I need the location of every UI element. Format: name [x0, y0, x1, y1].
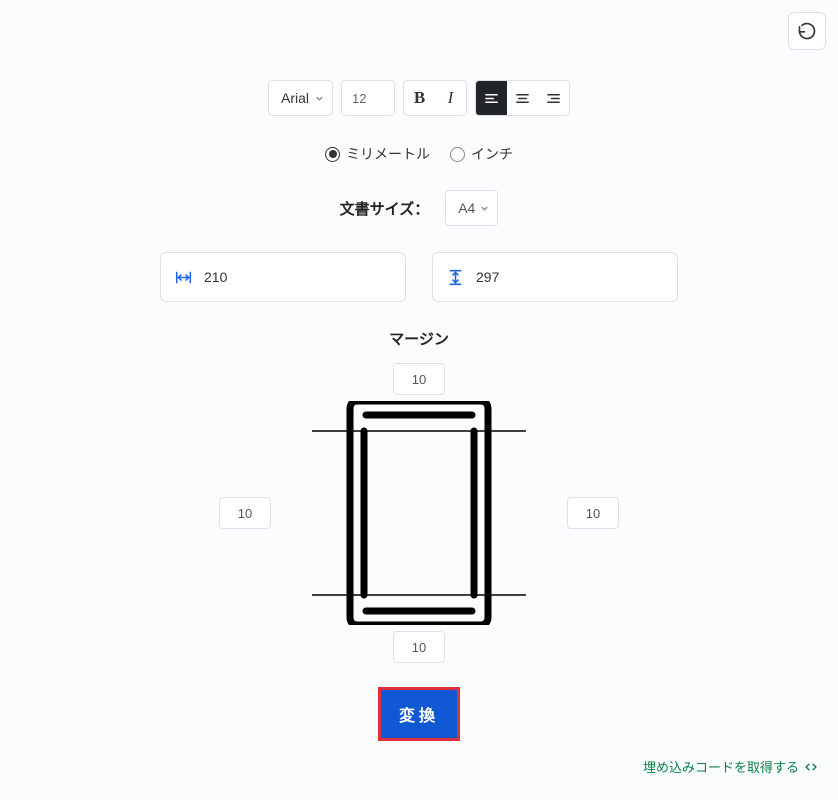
- align-right-button[interactable]: [538, 81, 569, 115]
- font-style-group: B I: [403, 80, 467, 116]
- unit-selector: ミリメートル インチ: [325, 144, 513, 164]
- unit-mm-radio[interactable]: ミリメートル: [325, 144, 430, 164]
- font-toolbar: Arial B I: [268, 80, 570, 116]
- bold-icon: B: [414, 88, 425, 108]
- align-group: [475, 80, 570, 116]
- width-icon: [175, 269, 192, 286]
- embed-code-label: 埋め込みコードを取得する: [643, 757, 799, 776]
- radio-icon: [325, 147, 340, 162]
- unit-mm-label: ミリメートル: [346, 144, 430, 164]
- document-size-label: 文書サイズ：: [340, 198, 430, 219]
- bold-button[interactable]: B: [404, 81, 435, 115]
- margin-title: マージン: [389, 328, 449, 349]
- dimensions-row: [160, 252, 678, 302]
- font-family-select[interactable]: Arial: [268, 80, 333, 116]
- margin-top-input[interactable]: [393, 363, 445, 395]
- height-input[interactable]: [476, 269, 663, 285]
- settings-panel: Arial B I ミリメートル: [0, 0, 838, 741]
- document-size-select[interactable]: A4: [445, 190, 498, 226]
- radio-icon: [450, 147, 465, 162]
- undo-button[interactable]: [788, 12, 826, 50]
- align-right-icon: [546, 91, 561, 106]
- align-left-icon: [484, 91, 499, 106]
- height-input-wrapper[interactable]: [432, 252, 678, 302]
- document-size-value: A4: [458, 200, 475, 216]
- align-center-icon: [515, 91, 530, 106]
- chevron-down-icon: [315, 94, 324, 103]
- font-family-value: Arial: [281, 90, 309, 106]
- convert-button[interactable]: 変換: [378, 687, 460, 741]
- code-icon: [804, 760, 818, 774]
- align-center-button[interactable]: [507, 81, 538, 115]
- document-size-row: 文書サイズ： A4: [340, 190, 499, 226]
- chevron-down-icon: [480, 204, 489, 213]
- margin-left-input[interactable]: [219, 497, 271, 529]
- unit-inch-label: インチ: [471, 144, 513, 164]
- margin-bottom-input[interactable]: [393, 631, 445, 663]
- page-preview-icon: [312, 401, 526, 625]
- embed-code-link[interactable]: 埋め込みコードを取得する: [643, 757, 818, 776]
- align-left-button[interactable]: [476, 81, 507, 115]
- font-size-input[interactable]: [341, 80, 395, 116]
- italic-button[interactable]: I: [435, 81, 466, 115]
- margin-right-input[interactable]: [567, 497, 619, 529]
- width-input[interactable]: [204, 269, 391, 285]
- unit-inch-radio[interactable]: インチ: [450, 144, 513, 164]
- italic-icon: I: [448, 88, 454, 108]
- height-icon: [447, 269, 464, 286]
- margin-area: [214, 363, 624, 663]
- undo-icon: [797, 21, 817, 41]
- width-input-wrapper[interactable]: [160, 252, 406, 302]
